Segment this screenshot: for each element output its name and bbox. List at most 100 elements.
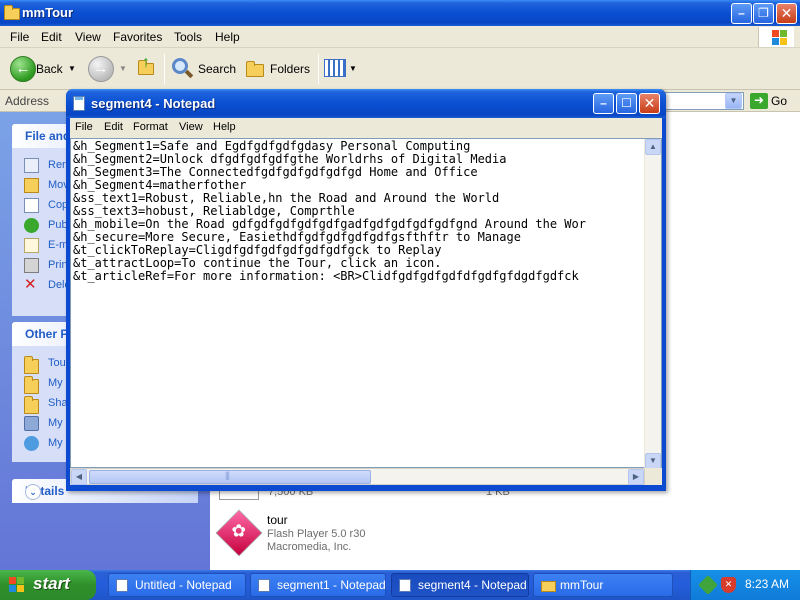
folder-icon — [541, 581, 556, 592]
printer-icon — [24, 258, 39, 273]
up-arrow-icon: ↑ — [142, 54, 150, 71]
clock[interactable]: 8:23 AM — [745, 577, 789, 591]
system-tray: ✕ 8:23 AM — [690, 570, 800, 600]
file-company: Macromedia, Inc. — [267, 541, 352, 553]
place-label: My — [48, 417, 63, 429]
scroll-up-button[interactable]: ▲ — [645, 139, 661, 155]
back-button[interactable]: ← Back ▼ — [10, 54, 80, 84]
network-tray-icon[interactable] — [698, 575, 718, 595]
delete-x-icon: ✕ — [24, 276, 37, 293]
chevron-down-icon[interactable]: ▼ — [68, 64, 76, 73]
start-button[interactable]: start — [0, 570, 96, 600]
email-icon — [24, 238, 39, 253]
go-button[interactable]: Go — [771, 94, 787, 108]
views-icon — [324, 59, 346, 77]
up-folder-button[interactable]: ↑ — [136, 54, 160, 84]
menu-favorites[interactable]: Favorites — [113, 30, 162, 44]
notepad-title-bar[interactable]: segment4 - Notepad – ☐ ✕ — [66, 89, 666, 118]
notepad-menu-file[interactable]: File — [75, 121, 93, 133]
notepad-icon — [116, 579, 128, 592]
explorer-menu-bar: File Edit View Favorites Tools Help — [0, 26, 800, 48]
notepad-line: &t_articleRef=For more information: <BR>… — [73, 269, 579, 283]
move-icon — [24, 178, 39, 193]
publish-globe-icon — [24, 218, 39, 233]
search-label: Search — [198, 62, 237, 76]
place-label: My — [48, 377, 63, 389]
menu-help[interactable]: Help — [215, 30, 240, 44]
minimize-button[interactable]: – — [731, 3, 752, 24]
place-label: My — [48, 437, 63, 449]
search-icon-handle — [184, 69, 194, 79]
horizontal-scroll-thumb[interactable] — [89, 470, 371, 484]
notepad-icon — [258, 579, 270, 592]
taskbar: start Untitled - Notepad segment1 - Note… — [0, 570, 800, 600]
horizontal-scrollbar[interactable]: ◀ ▶ — [70, 468, 645, 485]
notepad-text-area[interactable]: &h_Segment1=Safe and Egdfgdfgdfgdasy Per… — [70, 138, 662, 469]
notepad-title: segment4 - Notepad — [91, 96, 216, 111]
forward-arrow-icon: → — [88, 56, 114, 82]
back-arrow-icon: ← — [10, 56, 36, 82]
scroll-down-button[interactable]: ▼ — [645, 453, 661, 469]
task-label: Prin — [48, 259, 68, 271]
notepad-icon — [399, 579, 411, 592]
task-label: mmTour — [560, 578, 604, 592]
notepad-menu-view[interactable]: View — [179, 121, 203, 133]
explorer-toolbar: ← Back ▼ → ▼ ↑ Search Folders ▼ — [0, 48, 800, 90]
rename-icon — [24, 158, 39, 173]
security-shield-icon[interactable]: ✕ — [721, 577, 736, 593]
chevron-down-icon[interactable]: ⌄ — [25, 484, 41, 500]
scroll-left-button[interactable]: ◀ — [71, 469, 87, 485]
notepad-menu-bar: File Edit Format View Help — [70, 118, 662, 138]
back-label: Back — [36, 62, 63, 76]
notepad-menu-help[interactable]: Help — [213, 121, 236, 133]
computer-icon — [24, 416, 39, 431]
folders-icon — [246, 61, 264, 77]
notepad-close-button[interactable]: ✕ — [639, 93, 660, 114]
explorer-title-bar[interactable]: mmTour – ❐ ✕ — [0, 0, 800, 26]
file-tasks-title: File and — [25, 129, 71, 143]
place-label: Tou — [48, 357, 66, 369]
chevron-down-icon[interactable]: ▼ — [349, 64, 357, 73]
close-button[interactable]: ✕ — [776, 3, 797, 24]
task-untitled-notepad[interactable]: Untitled - Notepad — [108, 573, 246, 597]
menu-tools[interactable]: Tools — [174, 30, 202, 44]
toolbar-separator — [318, 54, 319, 84]
vertical-scrollbar[interactable]: ▲ ▼ — [644, 139, 661, 469]
restore-button[interactable]: ❐ — [753, 3, 774, 24]
scroll-right-button[interactable]: ▶ — [628, 469, 644, 485]
start-label: start — [33, 574, 70, 593]
search-button[interactable]: Search — [170, 54, 236, 84]
folder-icon — [24, 356, 39, 374]
notepad-menu-edit[interactable]: Edit — [104, 121, 123, 133]
task-label: Untitled - Notepad — [135, 578, 232, 592]
flash-player-icon — [215, 509, 263, 557]
menu-file[interactable]: File — [10, 30, 29, 44]
address-label: Address — [5, 94, 50, 108]
folder-icon — [4, 5, 20, 20]
windows-logo-icon — [9, 577, 26, 593]
task-label: segment1 - Notepad — [277, 578, 386, 592]
windows-logo-icon — [758, 27, 794, 47]
task-segment4-notepad[interactable]: segment4 - Notepad — [391, 573, 529, 597]
chevron-down-icon[interactable]: ▼ — [119, 64, 127, 73]
go-arrow-icon[interactable]: ➜ — [750, 93, 768, 109]
folder-icon — [24, 376, 39, 394]
notepad-maximize-button[interactable]: ☐ — [616, 93, 637, 114]
forward-button[interactable]: → ▼ — [88, 54, 128, 84]
file-type: Flash Player 5.0 r30 — [267, 528, 366, 540]
notepad-minimize-button[interactable]: – — [593, 93, 614, 114]
notepad-menu-format[interactable]: Format — [133, 121, 168, 133]
folders-button[interactable]: Folders — [244, 54, 314, 84]
task-mmtour[interactable]: mmTour — [533, 573, 673, 597]
views-button[interactable]: ▼ — [324, 54, 358, 84]
menu-view[interactable]: View — [75, 30, 101, 44]
copy-icon — [24, 198, 39, 213]
task-label: Pub — [48, 219, 68, 231]
menu-edit[interactable]: Edit — [41, 30, 62, 44]
notepad-content[interactable]: &h_Segment1=Safe and Egdfgdfgdfgdasy Per… — [73, 140, 641, 468]
address-dropdown-button[interactable]: ▼ — [725, 93, 742, 109]
task-segment1-notepad[interactable]: segment1 - Notepad — [250, 573, 386, 597]
folder-icon — [24, 396, 39, 414]
file-tour[interactable]: tour Flash Player 5.0 r30 Macromedia, In… — [215, 508, 476, 564]
place-label: Sha — [48, 397, 68, 409]
